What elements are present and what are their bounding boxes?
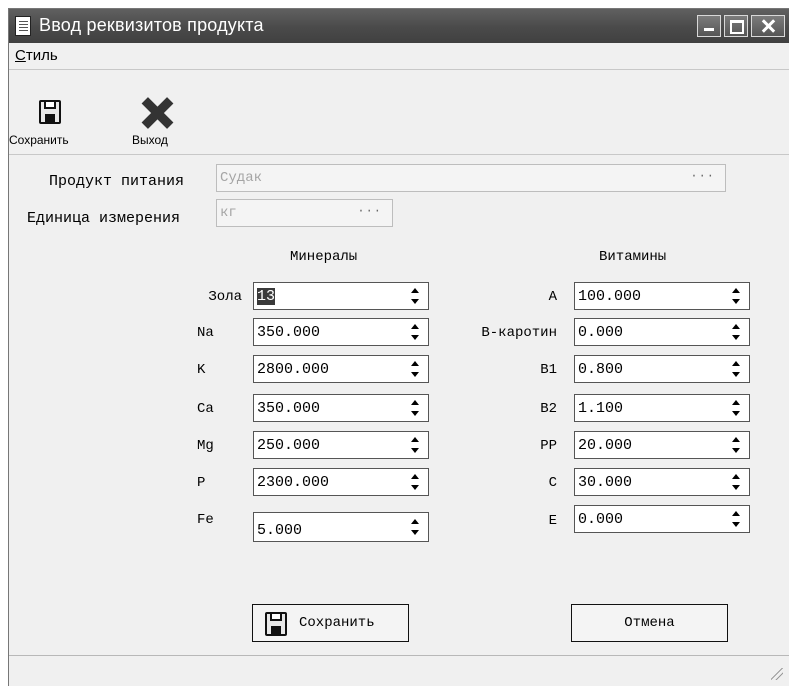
save-button[interactable]: Сохранить xyxy=(252,604,409,642)
mineral-value: 350.000 xyxy=(257,324,321,341)
mineral-label: Mg xyxy=(197,438,214,454)
menu-bar: Стиль xyxy=(9,43,789,70)
menu-style[interactable]: Стиль xyxy=(15,47,58,64)
exit-x-icon xyxy=(142,98,172,128)
mineral-value: 350.000 xyxy=(257,400,321,417)
mineral-label: Ca xyxy=(197,401,214,417)
title-bar[interactable]: Ввод реквизитов продукта xyxy=(9,9,789,43)
spin-arrows-icon[interactable] xyxy=(411,474,419,490)
vitamin-label: B1 xyxy=(540,362,557,378)
vitamin-label: A xyxy=(548,289,557,305)
document-icon xyxy=(15,16,31,36)
vitamin-label: C xyxy=(548,475,557,491)
vitamin-spinbox[interactable]: 100.000 xyxy=(574,282,750,310)
vitamin-label: PP xyxy=(540,438,557,454)
product-field[interactable]: Судак ··· xyxy=(216,164,726,192)
spin-arrows-icon[interactable] xyxy=(732,288,740,304)
cancel-button-label: Отмена xyxy=(624,615,675,631)
vitamins-heading: Витамины xyxy=(599,249,667,265)
spin-arrows-icon[interactable] xyxy=(732,474,740,490)
spin-arrows-icon[interactable] xyxy=(732,511,740,527)
mineral-spinbox[interactable]: 350.000 xyxy=(253,318,429,346)
spin-arrows-icon[interactable] xyxy=(411,519,419,535)
unit-browse-icon[interactable]: ··· xyxy=(357,204,382,218)
vitamin-label: E xyxy=(548,513,557,529)
close-icon[interactable] xyxy=(751,15,785,37)
unit-value: кг xyxy=(220,205,237,221)
mineral-label: Na xyxy=(197,325,214,341)
vitamin-spinbox[interactable]: 0.000 xyxy=(574,318,750,346)
cancel-button[interactable]: Отмена xyxy=(571,604,728,642)
vitamin-value: 0.800 xyxy=(578,361,624,378)
spin-arrows-icon[interactable] xyxy=(411,400,419,416)
mineral-spinbox[interactable]: 250.000 xyxy=(253,431,429,459)
product-value: Судак xyxy=(220,170,263,186)
window-title: Ввод реквизитов продукта xyxy=(39,15,264,35)
unit-label: Единица измерения xyxy=(27,210,181,227)
vitamin-value: 20.000 xyxy=(578,437,633,454)
mineral-value: 5.000 xyxy=(257,522,303,539)
floppy-disk-icon xyxy=(39,100,61,124)
mineral-value: 2800.000 xyxy=(257,361,330,378)
resize-grip-icon[interactable] xyxy=(771,668,783,680)
menu-style-mnemonic: С xyxy=(15,47,26,64)
mineral-spinbox[interactable]: 2300.000 xyxy=(253,468,429,496)
mineral-label: Зола xyxy=(208,289,242,305)
product-browse-icon[interactable]: ··· xyxy=(690,169,715,183)
mineral-value: 13 xyxy=(257,288,276,305)
vitamin-spinbox[interactable]: 30.000 xyxy=(574,468,750,496)
vitamin-spinbox[interactable]: 1.100 xyxy=(574,394,750,422)
floppy-disk-icon xyxy=(265,612,287,636)
vitamin-spinbox[interactable]: 0.000 xyxy=(574,505,750,533)
status-bar xyxy=(9,655,789,688)
spin-arrows-icon[interactable] xyxy=(411,437,419,453)
spin-arrows-icon[interactable] xyxy=(732,400,740,416)
vitamin-label: B-каротин xyxy=(481,325,557,341)
vitamin-value: 0.000 xyxy=(578,511,624,528)
product-details-window: Ввод реквизитов продукта Стиль Сохранить… xyxy=(8,8,789,686)
mineral-label: P xyxy=(197,475,206,491)
save-button-label: Сохранить xyxy=(299,615,375,631)
menu-style-label: тиль xyxy=(25,47,58,64)
spin-arrows-icon[interactable] xyxy=(732,324,740,340)
mineral-spinbox[interactable]: 2800.000 xyxy=(253,355,429,383)
spin-arrows-icon[interactable] xyxy=(411,361,419,377)
mineral-value: 250.000 xyxy=(257,437,321,454)
vitamin-label: B2 xyxy=(540,401,557,417)
unit-field[interactable]: кг ··· xyxy=(216,199,393,227)
mineral-spinbox[interactable]: 5.000 xyxy=(253,512,429,542)
mineral-label: Fe xyxy=(197,512,214,528)
vitamin-spinbox[interactable]: 20.000 xyxy=(574,431,750,459)
spin-arrows-icon[interactable] xyxy=(411,288,419,304)
vitamin-value: 30.000 xyxy=(578,474,633,491)
mineral-spinbox[interactable]: 13 xyxy=(253,282,429,310)
mineral-label: K xyxy=(197,362,206,378)
toolbar: Сохранить Выход xyxy=(9,70,789,155)
spin-arrows-icon[interactable] xyxy=(732,437,740,453)
spin-arrows-icon[interactable] xyxy=(411,324,419,340)
toolbar-exit-button[interactable]: Выход xyxy=(127,70,187,154)
vitamin-spinbox[interactable]: 0.800 xyxy=(574,355,750,383)
mineral-value: 2300.000 xyxy=(257,474,330,491)
vitamin-value: 100.000 xyxy=(578,288,642,305)
maximize-icon[interactable] xyxy=(724,15,748,37)
mineral-spinbox[interactable]: 350.000 xyxy=(253,394,429,422)
spin-arrows-icon[interactable] xyxy=(732,361,740,377)
minerals-heading: Минералы xyxy=(290,249,358,265)
toolbar-exit-label: Выход xyxy=(132,133,168,147)
vitamin-value: 0.000 xyxy=(578,324,624,341)
minimize-icon[interactable] xyxy=(697,15,721,37)
toolbar-save-label: Сохранить xyxy=(9,133,69,147)
vitamin-value: 1.100 xyxy=(578,400,624,417)
toolbar-save-button[interactable]: Сохранить xyxy=(9,70,87,154)
product-label: Продукт питания xyxy=(49,173,185,190)
